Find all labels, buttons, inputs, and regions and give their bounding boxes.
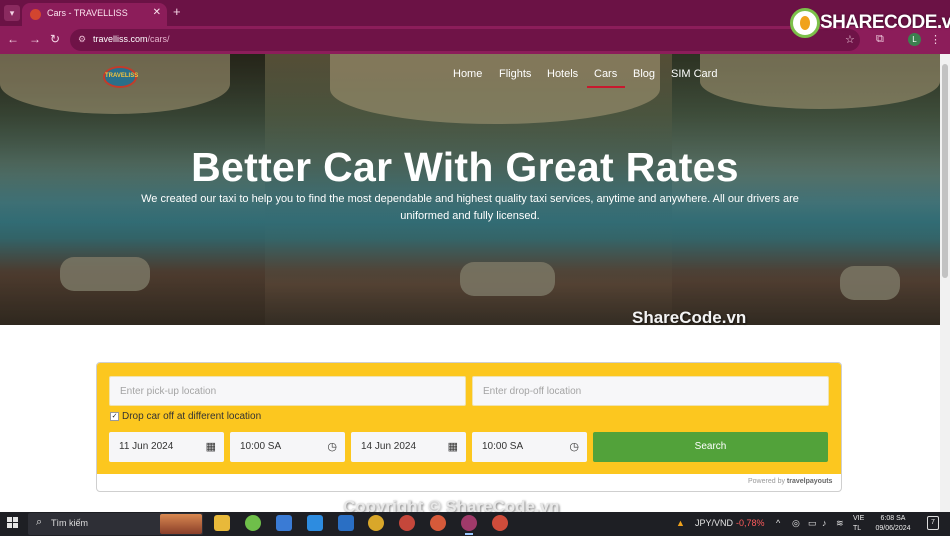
clock-icon: ◷ [569,441,579,453]
language-code: VIE [853,515,865,522]
volume-icon[interactable]: ♪ [822,518,827,528]
scrollbar-thumb[interactable] [942,64,948,278]
site-logo[interactable]: TRAVELISS [103,66,139,88]
search-highlight-image[interactable] [160,514,202,534]
nav-blog[interactable]: Blog [633,68,655,80]
calendar-icon: ▦ [205,441,216,453]
new-tab-button[interactable]: + [173,4,181,19]
taskbar-clock[interactable]: 6:08 SA 09/06/2024 [868,514,918,534]
input-language[interactable]: VIE TL [853,514,864,534]
dropoff-time-value: 10:00 SA [482,441,524,452]
nav-home[interactable]: Home [453,68,482,80]
language-layout: TL [853,525,862,532]
search-button[interactable]: Search [593,432,828,462]
sharecode-logo-icon [790,8,820,38]
dropoff-date-value: 14 Jun 2024 [361,441,417,452]
chrome-icon[interactable] [399,515,415,531]
browser-tab[interactable]: Cars - TRAVELLISS ✕ [22,3,167,26]
watermark-center-text: ShareCode.vn [632,308,747,327]
media-player-icon[interactable] [338,515,354,531]
site-favicon-icon [30,9,41,20]
nav-hotels[interactable]: Hotels [547,68,578,80]
forward-icon[interactable]: → [29,32,41,46]
pickup-date-value: 11 Jun 2024 [119,441,174,452]
powered-by[interactable]: Powered by travelpayouts [748,478,832,485]
url-bar[interactable]: ⚙ travelliss.com/cars/ [70,29,860,51]
url-host: travelliss.com [93,34,148,44]
pickup-location-input[interactable] [109,376,466,406]
clock-date: 09/06/2024 [875,525,911,532]
url-path: /cars/ [147,34,170,44]
powered-by-prefix: Powered by [748,478,785,485]
currency-change[interactable]: -0,78% [736,518,765,528]
dropoff-time-picker[interactable]: 10:00 SA ◷ [472,432,587,462]
search-icon: ⌕ [36,516,43,528]
chrome-icon[interactable] [368,515,384,531]
tab-search-icon[interactable]: ▾ [4,5,20,21]
sharecode-watermark-logo: SHARECODE.vn [790,8,950,38]
dropoff-location-input[interactable] [472,376,829,406]
site-info-icon[interactable]: ⚙ [78,34,86,45]
tab-title: Cars - TRAVELLISS [47,8,128,18]
powered-by-brand: travelpayouts [786,478,833,485]
mail-icon[interactable] [307,515,323,531]
clock-time: 6:08 SA [880,515,906,522]
file-explorer-icon[interactable] [214,515,230,531]
reload-icon[interactable]: ↻ [50,32,60,46]
tray-app-icon[interactable]: ◎ [792,518,800,529]
dropoff-date-picker[interactable]: 14 Jun 2024 ▦ [351,432,466,462]
back-icon[interactable]: ← [7,32,19,46]
app-icon-green[interactable] [245,515,261,531]
pickup-time-value: 10:00 SA [240,441,282,452]
store-icon[interactable] [276,515,292,531]
pickup-time-picker[interactable]: 10:00 SA ◷ [230,432,345,462]
nav-active-indicator [587,86,625,88]
stocks-widget-icon[interactable]: ▲ [676,518,685,528]
taskbar-search-text: Tìm kiếm [51,518,88,528]
nav-sim-card[interactable]: SIM Card [671,68,717,80]
nav-cars[interactable]: Cars [594,68,617,80]
chrome-icon[interactable] [430,515,446,531]
nav-flights[interactable]: Flights [499,68,531,80]
windows-start-icon[interactable] [7,517,19,529]
network-icon[interactable]: ≋ [836,518,844,529]
clock-icon: ◷ [327,441,337,453]
url-text: travelliss.com/cars/ [93,34,170,44]
calendar-icon: ▦ [447,441,458,453]
currency-pair[interactable]: JPY/VND [695,518,733,528]
hero-title: Better Car With Great Rates [191,144,739,190]
tray-overflow-icon[interactable]: ^ [776,518,780,528]
close-tab-icon[interactable]: ✕ [153,7,161,18]
pickup-date-picker[interactable]: 11 Jun 2024 ▦ [109,432,224,462]
chrome-icon[interactable] [461,515,477,535]
sharecode-logo-text: SHARECODE.vn [820,12,950,33]
different-location-label[interactable]: Drop car off at different location [122,411,261,422]
chrome-icon[interactable] [492,515,508,531]
battery-icon[interactable]: ▭ [808,518,817,529]
notification-center-icon[interactable]: 7 [927,516,939,530]
site-logo-text: TRAVELISS [105,73,139,79]
hero-subtitle: We created our taxi to help you to find … [141,193,799,222]
different-location-checkbox[interactable]: ✓ [110,412,119,421]
